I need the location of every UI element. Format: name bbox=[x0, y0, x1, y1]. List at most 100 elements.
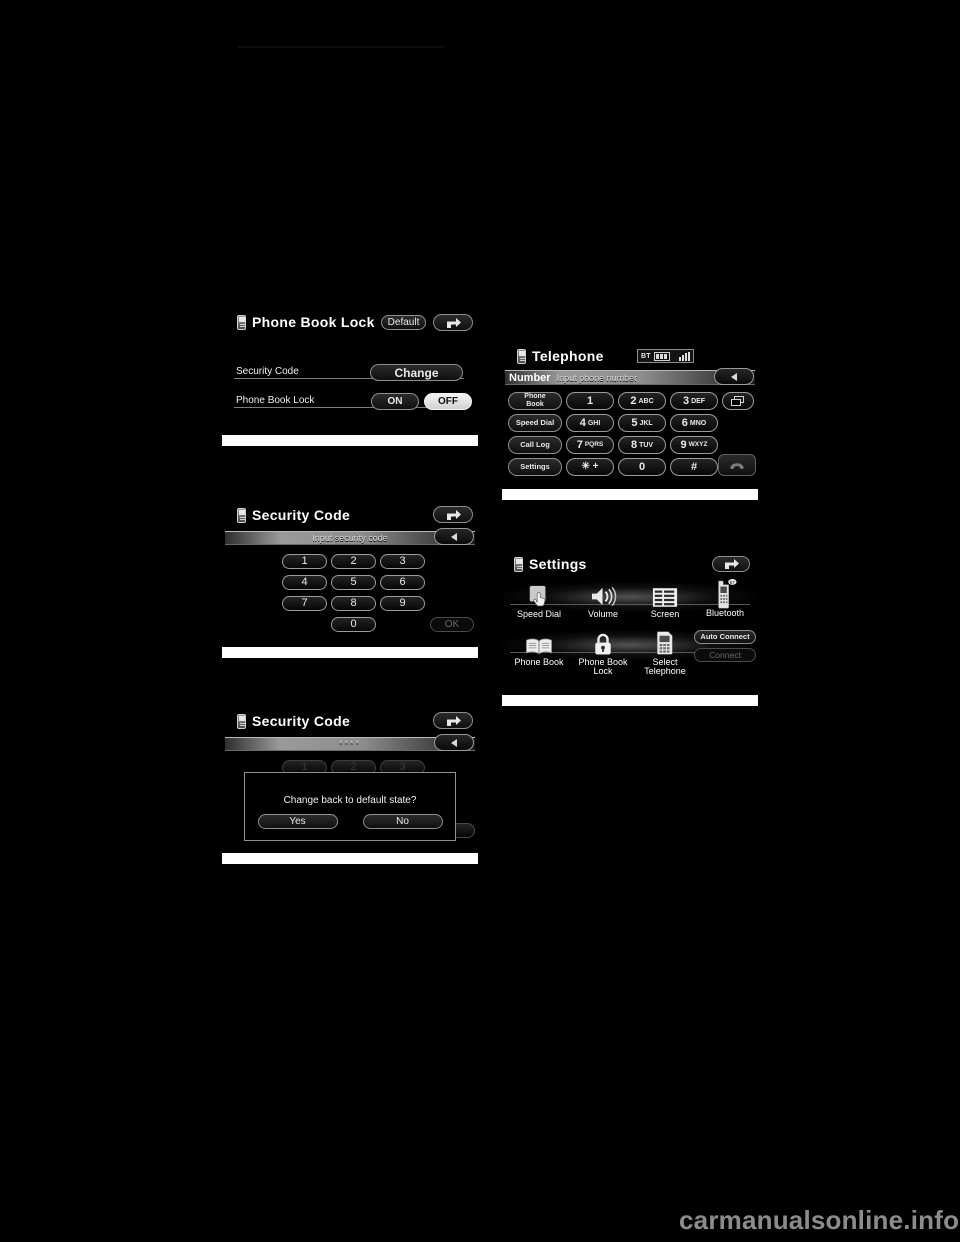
dial-key-5[interactable]: 5 JKL bbox=[618, 414, 666, 432]
back-button[interactable] bbox=[433, 506, 473, 523]
dialog-no-button[interactable]: No bbox=[362, 814, 443, 829]
phone-icon bbox=[237, 713, 246, 729]
phone-book-lock-on-button[interactable]: ON bbox=[371, 393, 419, 410]
phone-icon bbox=[237, 314, 246, 330]
bottom-white-bar bbox=[222, 435, 478, 446]
settings-item-phone-book-lock[interactable]: Phone Book Lock bbox=[572, 626, 634, 677]
dial-key-4[interactable]: 4 GHI bbox=[566, 414, 614, 432]
page-title: Settings bbox=[529, 556, 587, 572]
back-arrow-icon bbox=[445, 715, 462, 727]
delete-button[interactable] bbox=[434, 734, 474, 751]
keypad-key-0[interactable]: 0 bbox=[331, 617, 376, 632]
security-code-change-button[interactable]: Change bbox=[370, 364, 463, 381]
dial-key-9[interactable]: 9 WXYZ bbox=[670, 436, 718, 454]
keypad-key-7[interactable]: 7 bbox=[282, 596, 327, 611]
default-button[interactable]: Default bbox=[381, 315, 426, 330]
bottom-white-bar bbox=[502, 695, 758, 706]
connect-button[interactable]: Connect bbox=[694, 648, 756, 662]
settings-item-volume-label: Volume bbox=[587, 609, 619, 619]
settings-item-phone-book-label: Phone Book bbox=[514, 657, 564, 667]
dialog-yes-button[interactable]: Yes bbox=[257, 814, 338, 829]
switch-window-button[interactable] bbox=[722, 392, 754, 410]
call-log-button[interactable]: Call Log bbox=[508, 436, 562, 454]
speaker-icon bbox=[590, 578, 617, 608]
screen-security-code-input: Security Code Input security code 1 2 3 … bbox=[222, 500, 478, 658]
keypad-key-9[interactable]: 9 bbox=[380, 596, 425, 611]
screen-list-icon bbox=[652, 578, 678, 608]
speed-dial-button[interactable]: Speed Dial bbox=[508, 414, 562, 432]
ok-button[interactable]: OK bbox=[430, 617, 474, 632]
settings-item-select-telephone[interactable]: Select Telephone bbox=[634, 626, 696, 677]
dial-key-0[interactable]: 0 bbox=[618, 458, 666, 476]
phone-icon bbox=[517, 348, 526, 364]
settings-item-phone-book[interactable]: Phone Book bbox=[508, 626, 570, 667]
phone-icon bbox=[514, 556, 523, 572]
dial-key-1[interactable]: 1 bbox=[566, 392, 614, 410]
battery-icon bbox=[653, 351, 670, 361]
page-root: Phone Book Lock Default Security Code Ch… bbox=[0, 0, 960, 1242]
dial-key-8[interactable]: 8 TUV bbox=[618, 436, 666, 454]
padlock-icon bbox=[593, 626, 613, 656]
settings-item-screen[interactable]: Screen bbox=[634, 578, 696, 619]
phone-book-lock-off-button[interactable]: OFF bbox=[424, 393, 472, 410]
svg-text:BT: BT bbox=[730, 580, 736, 585]
back-button[interactable] bbox=[433, 314, 473, 331]
settings-item-speed-dial[interactable]: Speed Dial bbox=[508, 578, 570, 619]
delete-arrow-icon bbox=[731, 372, 737, 381]
keypad-key-8[interactable]: 8 bbox=[331, 596, 376, 611]
keypad-key-6[interactable]: 6 bbox=[380, 575, 425, 590]
dial-key-6-letters: MNO bbox=[689, 419, 707, 427]
settings-item-screen-label: Screen bbox=[650, 609, 680, 619]
settings-button[interactable]: Settings bbox=[508, 458, 562, 476]
dial-key-2-digit: 2 bbox=[630, 394, 637, 407]
bluetooth-phone-icon: BT bbox=[713, 575, 737, 609]
back-arrow-icon bbox=[445, 317, 462, 329]
settings-item-volume[interactable]: Volume bbox=[572, 578, 634, 619]
delete-button[interactable] bbox=[714, 368, 754, 385]
security-code-label: Security Code bbox=[236, 366, 299, 377]
back-arrow-icon bbox=[723, 558, 740, 570]
phone-book-lock-label: Phone Book Lock bbox=[236, 395, 315, 406]
back-button[interactable] bbox=[712, 556, 750, 572]
delete-arrow-icon bbox=[451, 738, 457, 747]
settings-item-select-telephone-label: Select Telephone bbox=[644, 657, 686, 677]
dialog-message: Change back to default state? bbox=[283, 795, 417, 806]
top-divider bbox=[238, 46, 444, 48]
dial-key-3[interactable]: 3 DEF bbox=[670, 392, 718, 410]
dial-key-4-digit: 4 bbox=[579, 416, 586, 429]
dial-key-5-letters: JKL bbox=[639, 419, 653, 427]
dial-key-7-letters: PQRS bbox=[584, 440, 604, 448]
phone-book-button-label-line1: Phone Book bbox=[524, 392, 546, 408]
switch-window-icon bbox=[731, 396, 745, 406]
screen-phone-book-lock: Phone Book Lock Default Security Code Ch… bbox=[222, 304, 478, 446]
keypad-key-3[interactable]: 3 bbox=[380, 554, 425, 569]
delete-arrow-icon bbox=[451, 532, 457, 541]
number-label: Number bbox=[509, 371, 551, 384]
back-button[interactable] bbox=[433, 712, 473, 729]
keypad-key-4[interactable]: 4 bbox=[282, 575, 327, 590]
page-title: Phone Book Lock bbox=[252, 314, 375, 330]
delete-button[interactable] bbox=[434, 528, 474, 545]
settings-item-bluetooth[interactable]: BT Bluetooth bbox=[694, 575, 756, 618]
dial-key-6[interactable]: 6 MNO bbox=[670, 414, 718, 432]
keypad-key-2[interactable]: 2 bbox=[331, 554, 376, 569]
keypad-key-1[interactable]: 1 bbox=[282, 554, 327, 569]
auto-connect-button[interactable]: Auto Connect bbox=[694, 630, 756, 644]
screen-telephone: Telephone BT Number Input phone number P… bbox=[502, 342, 758, 500]
dial-key-7[interactable]: 7 PQRS bbox=[566, 436, 614, 454]
signal-icon bbox=[678, 351, 690, 361]
dial-key-1-digit: 1 bbox=[586, 394, 594, 407]
dial-key-2-letters: ABC bbox=[638, 397, 654, 405]
call-button[interactable] bbox=[718, 454, 756, 476]
dial-key-star-digit: ✳ + bbox=[581, 461, 599, 472]
open-book-icon bbox=[525, 626, 553, 656]
phone-book-button[interactable]: Phone Book bbox=[508, 392, 562, 410]
dial-key-2[interactable]: 2 ABC bbox=[618, 392, 666, 410]
dial-key-star[interactable]: ✳ + bbox=[566, 458, 614, 476]
dial-key-hash[interactable]: # bbox=[670, 458, 718, 476]
keypad-key-5[interactable]: 5 bbox=[331, 575, 376, 590]
watermark-text: carmanualsonline.info bbox=[679, 1205, 960, 1235]
dial-key-3-digit: 3 bbox=[682, 394, 690, 407]
dial-key-8-letters: TUV bbox=[639, 441, 654, 449]
dial-key-7-digit: 7 bbox=[576, 438, 583, 451]
